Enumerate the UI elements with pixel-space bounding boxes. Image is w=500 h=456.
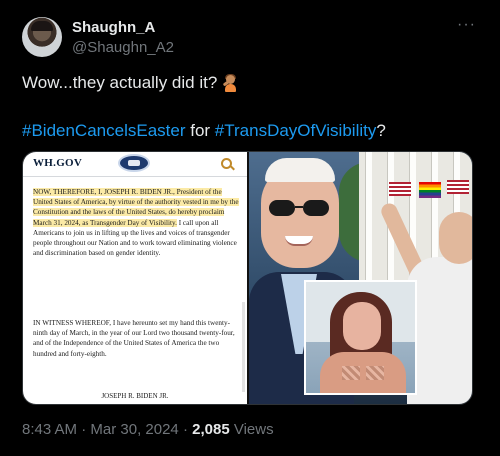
proclamation-paragraph-1: NOW, THEREFORE, I, JOSEPH R. BIDEN JR., …: [33, 187, 241, 258]
censor-blur: [366, 366, 384, 380]
tweet-date[interactable]: Mar 30, 2024: [90, 421, 178, 438]
pride-flag: [419, 182, 441, 198]
inset-photo: [304, 280, 417, 395]
tweet: Shaughn_A @Shaughn_A2 ··· Wow...they act…: [0, 0, 500, 456]
censor-blur: [342, 366, 360, 380]
hashtag-trans-day-of-visibility[interactable]: #TransDayOfVisibility: [215, 121, 377, 140]
sunglasses: [269, 200, 331, 216]
scrollbar: [242, 302, 245, 392]
tweet-text: Wow...they actually did it?: [22, 73, 218, 92]
views-label: Views: [229, 421, 274, 438]
proclamation-paragraph-2: IN WITNESS WHEREOF, I have hereunto set …: [33, 319, 235, 358]
avatar[interactable]: [22, 17, 62, 57]
collage-photo[interactable]: [249, 152, 472, 404]
hashtag-biden-cancels-easter[interactable]: #BidenCancelsEaster: [22, 121, 185, 140]
views-count: 2,085: [192, 421, 230, 438]
tweet-time[interactable]: 8:43 AM: [22, 421, 77, 438]
person-face: [439, 212, 472, 264]
tweet-text-line-1: Wow...they actually did it?: [22, 73, 239, 93]
author-handle[interactable]: @Shaughn_A2: [72, 39, 174, 56]
question-mark: ?: [376, 121, 386, 140]
doc-header: WH.GOV: [23, 152, 247, 174]
connector-text: for: [190, 121, 211, 140]
tweet-media[interactable]: WH.GOV NOW, THEREFORE, I, JOSEPH R. BIDE…: [22, 151, 473, 405]
us-flag: [389, 182, 411, 196]
proclamation-screenshot[interactable]: WH.GOV NOW, THEREFORE, I, JOSEPH R. BIDE…: [23, 152, 247, 404]
site-name: WH.GOV: [33, 157, 83, 169]
search-icon: [221, 158, 232, 169]
author-name[interactable]: Shaughn_A: [72, 19, 155, 36]
white-house-seal-icon: [118, 154, 150, 172]
divider: [23, 176, 247, 177]
tweet-meta: 8:43 AM · Mar 30, 2024 · 2,085 Views: [22, 421, 274, 438]
more-options-icon[interactable]: ···: [457, 16, 476, 34]
signature: JOSEPH R. BIDEN JR.: [101, 392, 169, 400]
us-flag: [447, 180, 469, 194]
person-shrugging-emoji-icon: [221, 74, 239, 92]
tweet-text-line-2: #BidenCancelsEaster for #TransDayOfVisib…: [22, 121, 386, 141]
